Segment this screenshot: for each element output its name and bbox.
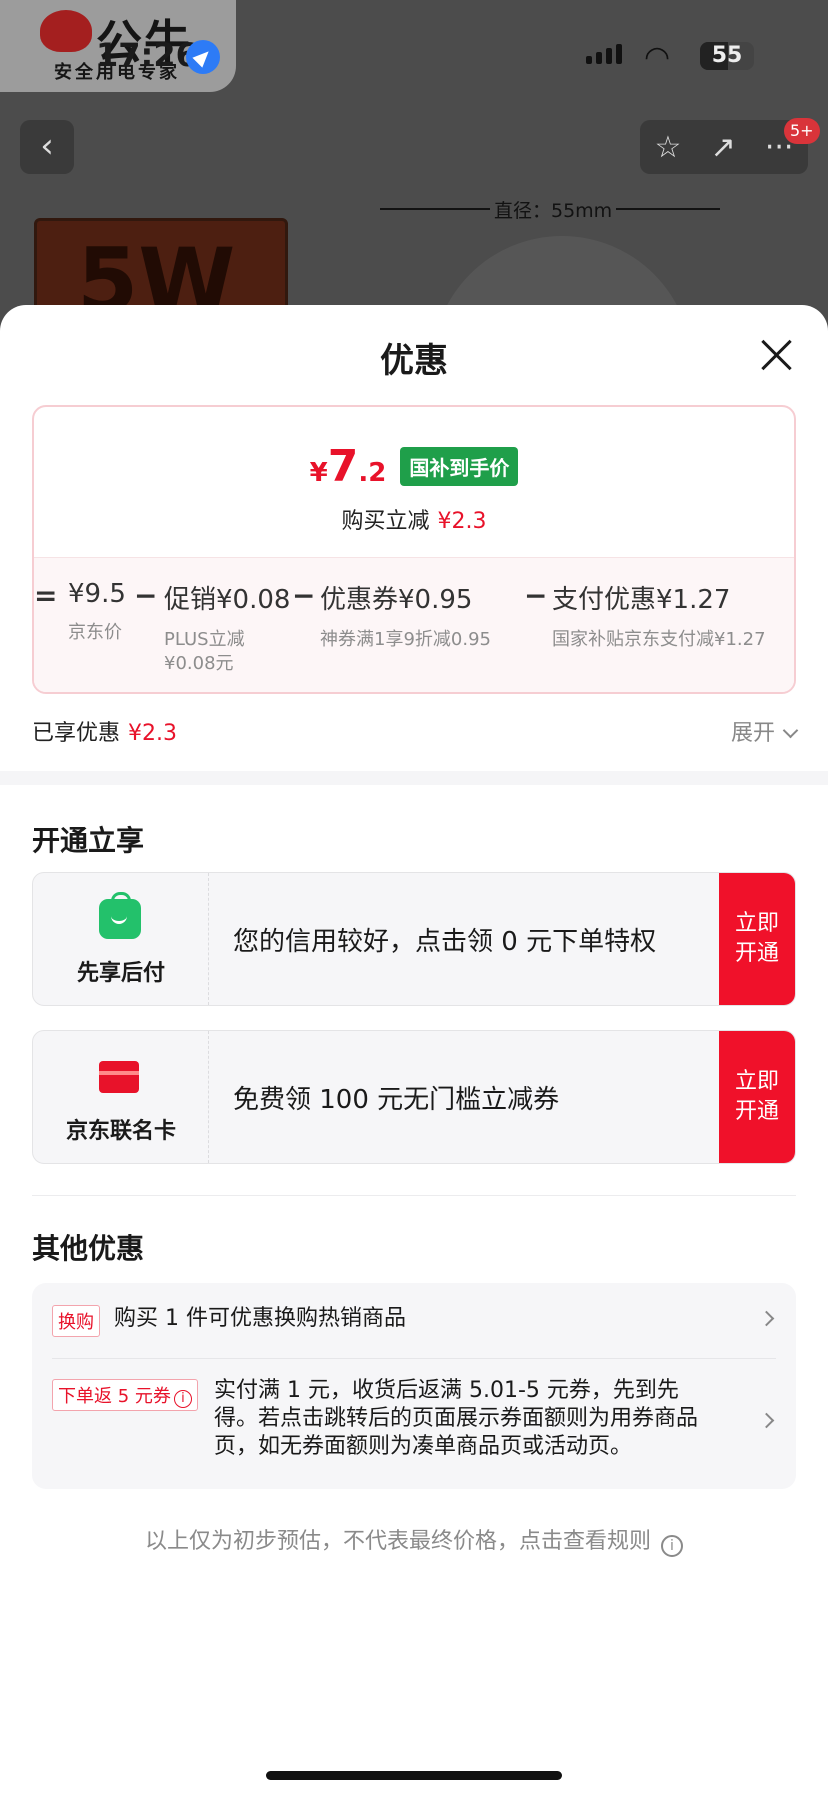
favorite-star-icon[interactable]: ☆ — [655, 130, 682, 165]
enjoyed-value: ¥2.3 — [128, 721, 177, 746]
final-price-row: ¥7.2 国补到手价 — [34, 441, 794, 492]
home-indicator — [266, 1771, 562, 1780]
top-action-group: ☆ ↗ ··· — [640, 120, 808, 174]
chevron-right-icon — [758, 1310, 775, 1327]
status-time: 17:26 — [96, 36, 198, 74]
back-button[interactable]: ‹ — [20, 120, 74, 174]
coupon-note: 神券满1享9折减0.95 — [320, 629, 491, 650]
currency-symbol: ¥ — [309, 458, 328, 488]
close-icon[interactable] — [758, 337, 794, 373]
promo-value: 促销¥0.08 — [164, 585, 291, 615]
trade-in-row[interactable]: 换购 购买 1 件可优惠换购热销商品 — [52, 1283, 776, 1358]
final-price: ¥7.2 — [310, 441, 387, 492]
open-section-title: 开通立享 — [32, 824, 145, 857]
other-discounts-list: 换购 购买 1 件可优惠换购热销商品 下单返 5 元券 i 实付满 1 元，收货后… — [32, 1283, 796, 1489]
coupon-value: 优惠券¥0.95 — [320, 585, 473, 615]
jd-price-note: 京东价 — [68, 622, 122, 643]
open-pay-later-button[interactable]: 立即开通 — [719, 873, 795, 1005]
promo-note: PLUS立减 ¥0.08元 — [164, 629, 245, 674]
equals-operator: = — [34, 579, 58, 612]
instant-cut-row: 购买立减 ¥2.3 — [34, 503, 794, 535]
divider — [32, 1195, 796, 1196]
brand-logo-icon — [40, 10, 92, 52]
sheet-title: 优惠 — [380, 341, 448, 381]
open-co-branded-button[interactable]: 立即开通 — [719, 1031, 795, 1163]
payment-discount-item: 支付优惠¥1.27 国家补贴京东支付减¥1.27 — [552, 579, 766, 652]
cashback-coupon-row[interactable]: 下单返 5 元券 i 实付满 1 元，收货后返满 5.01-5 元券，先到先得。若… — [52, 1359, 776, 1489]
promo-item: 促销¥0.08 PLUS立减 ¥0.08元 — [164, 579, 290, 676]
co-branded-card[interactable]: 京东联名卡 免费领 100 元无门槛立减券 立即开通 — [32, 1030, 796, 1164]
final-price-integer: 7 — [327, 441, 359, 492]
enjoyed-discount: 已享优惠 ¥2.3 — [32, 715, 177, 747]
trade-in-tag: 换购 — [52, 1305, 100, 1337]
product-page-background: 5W 直径：55mm 公牛 安全用电专家 17:26 ◠ 55 ‹ ☆ ↗ ··… — [0, 0, 828, 330]
info-icon: i — [173, 1390, 192, 1408]
final-price-decimal: .2 — [358, 458, 387, 488]
expand-button[interactable]: 展开 — [730, 715, 799, 747]
shopping-bag-icon — [99, 892, 141, 939]
payment-discount-note: 国家补贴京东支付减¥1.27 — [552, 629, 766, 650]
other-section-title: 其他优惠 — [32, 1232, 145, 1265]
chevron-right-icon — [758, 1412, 775, 1429]
jd-price-value: ¥9.5 — [68, 579, 126, 609]
minus-operator: − — [292, 579, 316, 612]
coupon-item: 优惠券¥0.95 神券满1享9折减0.95 — [320, 579, 491, 652]
pay-later-description: 您的信用较好，点击领 0 元下单特权 — [233, 926, 657, 957]
minus-operator: − — [134, 579, 158, 612]
instant-cut-value: ¥2.3 — [437, 509, 487, 534]
discount-bottom-sheet: 优惠 ¥7.2 国补到手价 购买立减 ¥2.3 = ¥9.5 京东价 − 促销¥0… — [0, 305, 828, 1795]
wifi-icon: ◠ — [644, 40, 671, 75]
battery-icon: 55 — [700, 42, 754, 70]
message-count-badge: 5+ — [784, 118, 820, 144]
section-divider — [0, 771, 828, 785]
jd-price-item: ¥9.5 京东价 — [68, 579, 126, 645]
co-branded-description: 免费领 100 元无门槛立减券 — [233, 1084, 560, 1115]
pay-later-card[interactable]: 先享后付 您的信用较好，点击领 0 元下单特权 立即开通 — [32, 872, 796, 1006]
price-calculation: = ¥9.5 京东价 − 促销¥0.08 PLUS立减 ¥0.08元 − 优惠券… — [34, 579, 794, 679]
co-branded-label: 京东联名卡 — [65, 1119, 176, 1144]
disclaimer-text: 以上仅为初步预估，不代表最终价格，点击查看规则 — [144, 1529, 651, 1554]
pay-later-label: 先享后付 — [76, 961, 165, 986]
credit-card-icon — [99, 1061, 139, 1093]
expand-label: 展开 — [730, 721, 775, 746]
enjoyed-label: 已享优惠 — [32, 721, 121, 746]
co-branded-badge: 京东联名卡 — [33, 1031, 209, 1163]
battery-level: 55 — [711, 43, 743, 68]
pay-later-badge: 先享后付 — [33, 873, 209, 1005]
cashback-tag-label: 下单返 5 元券 — [58, 1386, 171, 1407]
info-icon: i — [661, 1535, 683, 1557]
instant-cut-label: 购买立减 — [341, 509, 430, 534]
price-estimate-disclaimer[interactable]: 以上仅为初步预估，不代表最终价格，点击查看规则 i — [0, 1523, 828, 1557]
cashback-text: 实付满 1 元，收货后返满 5.01-5 元券，先到先得。若点击跳转后的页面展示… — [214, 1378, 699, 1459]
location-arrow-icon — [186, 40, 220, 74]
trade-in-text: 购买 1 件可优惠换购热销商品 — [114, 1306, 406, 1331]
minus-operator: − — [524, 579, 548, 612]
share-icon[interactable]: ↗ — [711, 130, 736, 165]
chevron-down-icon — [782, 722, 799, 739]
cashback-tag: 下单返 5 元券 i — [52, 1379, 198, 1411]
cellular-signal-icon — [586, 44, 622, 64]
subsidy-price-tag: 国补到手价 — [400, 447, 519, 486]
price-summary-card: ¥7.2 国补到手价 购买立减 ¥2.3 = ¥9.5 京东价 − 促销¥0.08… — [32, 405, 796, 694]
payment-discount-value: 支付优惠¥1.27 — [552, 585, 731, 615]
